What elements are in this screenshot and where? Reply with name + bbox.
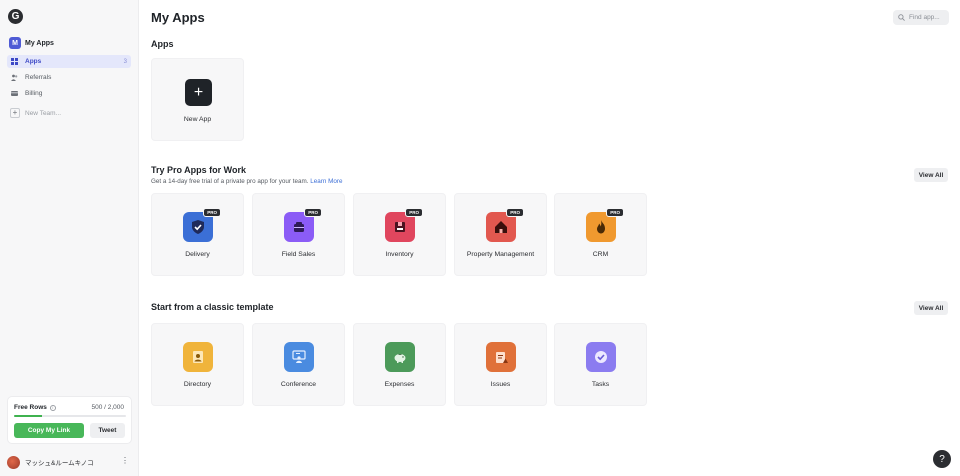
card-label: Field Sales [281,251,316,258]
new-team-label: New Team... [25,109,62,117]
pro-badge: PRO [405,208,423,217]
check-icon [586,342,616,372]
pro-section-title: Try Pro Apps for Work [151,165,247,175]
copy-my-link-button[interactable]: Copy My Link [14,423,84,438]
free-rows-count: 500 / 2,000 [91,404,124,411]
card-label: Expenses [384,381,415,388]
search-placeholder: Find app... [909,14,940,21]
template-card-tasks[interactable]: Tasks [554,323,647,406]
sidebar: G M My Apps Apps 3 Referrals Billing + N… [0,0,139,476]
directory-icon [183,342,213,372]
template-card-expenses[interactable]: Expenses [353,323,446,406]
template-card-conference[interactable]: Conference [252,323,345,406]
plus-icon: + [10,108,20,118]
pro-card-field-sales[interactable]: PRO Field Sales [252,193,345,276]
new-team-button[interactable]: + New Team... [10,108,61,118]
sidebar-item-label: Billing [25,90,43,97]
pro-badge: PRO [203,208,221,217]
team-name: My Apps [25,39,54,47]
sidebar-item-label: Referrals [25,74,52,81]
team-avatar: M [9,37,21,49]
field-sales-icon: PRO [284,208,322,242]
template-card-directory[interactable]: Directory [151,323,244,406]
grid-icon [11,58,18,65]
free-rows-panel: Free Rows i 500 / 2,000 Copy My Link Twe… [7,396,132,444]
apps-section-title: Apps [151,39,174,49]
new-app-card[interactable]: + New App [151,58,244,141]
card-label: Inventory [385,251,414,258]
help-button[interactable]: ? [933,450,951,468]
plus-icon: + [185,79,212,106]
glide-logo[interactable]: G [8,9,23,24]
user-name: マッシュ&ルームキノコ [25,460,94,467]
template-view-all-button[interactable]: View All [914,301,948,315]
main-content: My Apps Find app... Apps + New App Try P… [139,0,960,476]
pro-card-inventory[interactable]: PRO Inventory [353,193,446,276]
pro-badge: PRO [606,208,624,217]
free-rows-progress [14,415,126,417]
pro-card-crm[interactable]: PRO CRM [554,193,647,276]
free-rows-label: Free Rows [14,404,47,411]
delivery-icon: PRO [183,208,221,242]
pro-badge: PRO [506,208,524,217]
issues-icon [486,342,516,372]
card-icon [11,90,18,97]
template-card-issues[interactable]: Issues [454,323,547,406]
card-label: Property Management [466,251,535,258]
search-icon [898,14,905,21]
card-label: Issues [490,381,511,388]
pro-subtitle-text: Get a 14-day free trial of a private pro… [151,178,309,185]
more-options-icon[interactable]: ⋮ [121,457,129,465]
card-label: Tasks [591,381,610,388]
sidebar-item-referrals[interactable]: Referrals [7,71,131,84]
search-input[interactable]: Find app... [893,10,949,25]
pro-view-all-button[interactable]: View All [914,168,948,182]
team-switcher[interactable]: M My Apps [9,37,54,49]
tweet-button[interactable]: Tweet [90,423,125,438]
pro-card-property-management[interactable]: PRO Property Management [454,193,547,276]
free-rows-title: Free Rows i [14,404,56,411]
sidebar-item-label: Apps [25,58,42,65]
learn-more-link[interactable]: Learn More [310,178,342,185]
flame-icon: PRO [586,208,624,242]
free-rows-progress-fill [14,415,42,417]
pro-section-subtitle: Get a 14-day free trial of a private pro… [151,178,342,185]
card-label: Conference [280,381,317,388]
piggy-bank-icon [385,342,415,372]
apps-count: 3 [123,58,127,65]
card-label: Delivery [185,251,210,258]
house-icon: PRO [486,208,524,242]
card-label: CRM [592,251,609,258]
sidebar-item-billing[interactable]: Billing [7,87,131,100]
page-title: My Apps [151,10,205,25]
conference-icon [284,342,314,372]
pro-badge: PRO [304,208,322,217]
card-label: Directory [183,381,212,388]
people-icon [11,74,18,81]
template-section-title: Start from a classic template [151,302,274,312]
pro-card-delivery[interactable]: PRO Delivery [151,193,244,276]
info-icon[interactable]: i [49,404,56,411]
user-avatar [7,455,20,469]
user-menu[interactable]: マッシュ&ルームキノコ ⋮ [7,455,132,469]
sidebar-item-apps[interactable]: Apps 3 [7,55,131,68]
inventory-icon: PRO [385,208,423,242]
card-label: New App [183,116,212,123]
